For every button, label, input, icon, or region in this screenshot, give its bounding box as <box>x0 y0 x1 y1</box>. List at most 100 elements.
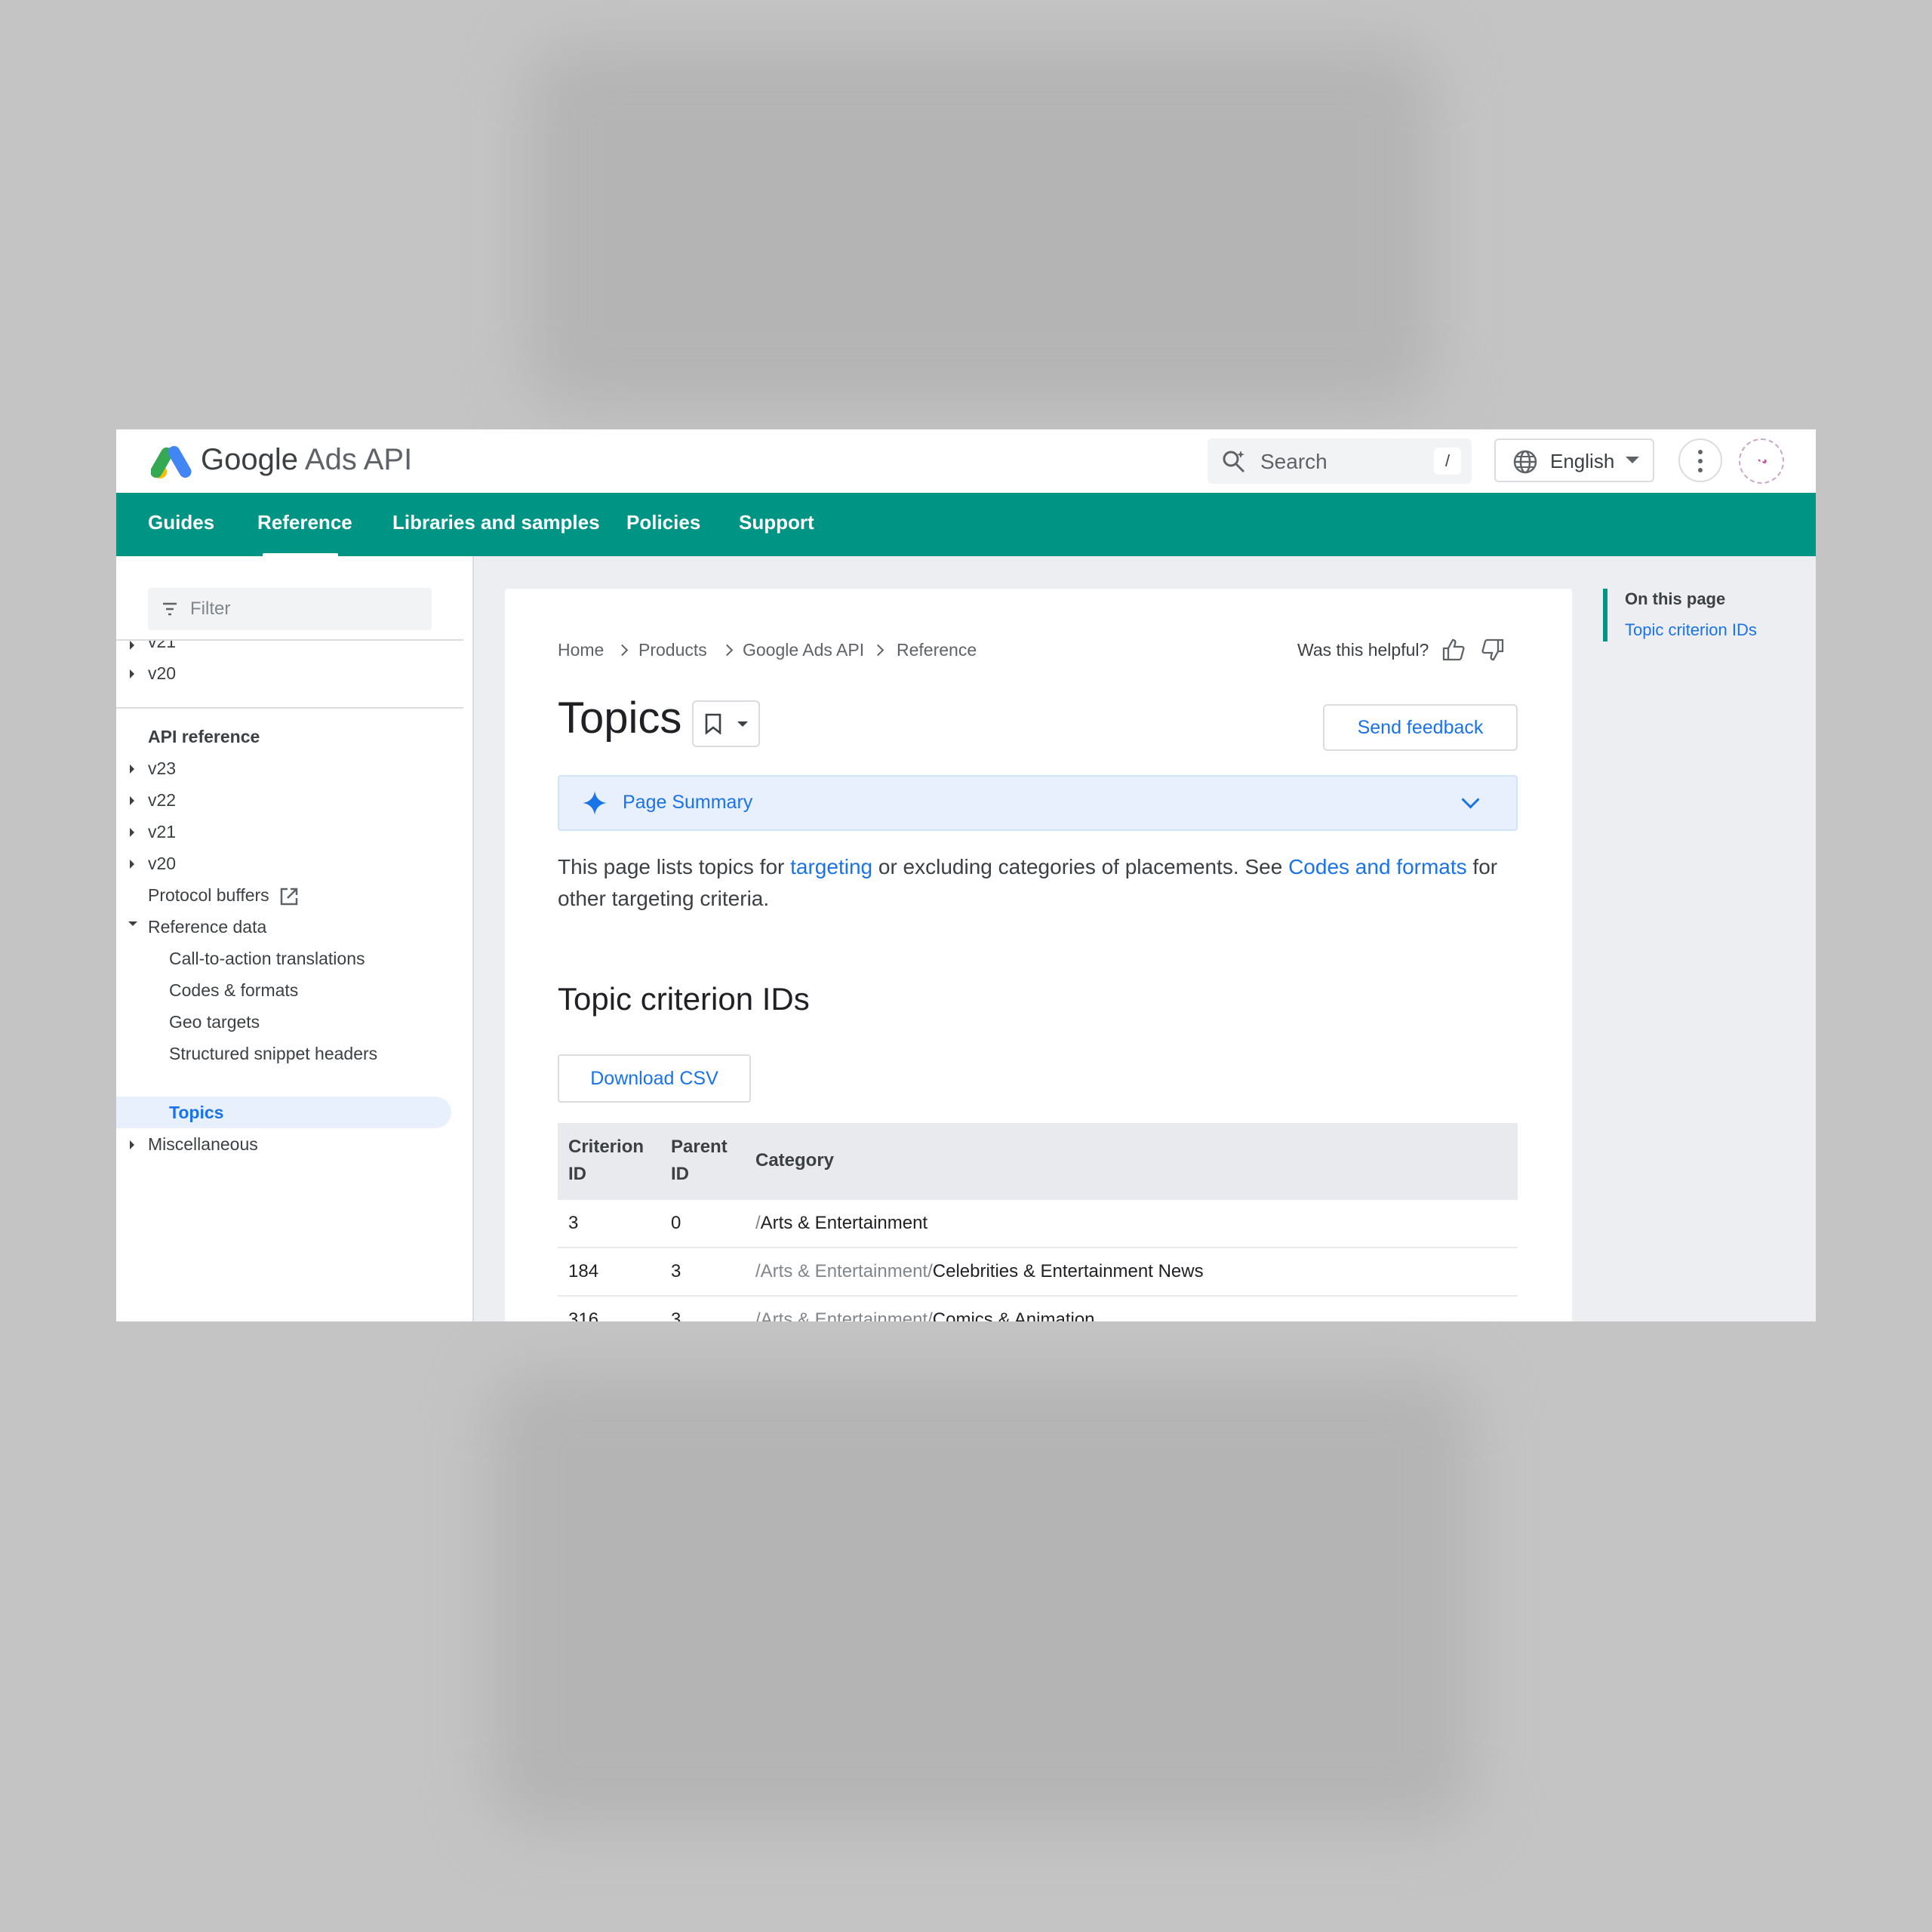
sidebar-item-reference-data[interactable]: Reference data <box>148 917 266 937</box>
sidebar-active-highlight <box>116 1097 451 1128</box>
chevron-right-icon <box>872 644 884 657</box>
brand-product: Ads API <box>304 443 413 476</box>
language-selector[interactable]: English <box>1494 438 1654 482</box>
expand-icon[interactable] <box>130 860 134 869</box>
column-header-parent-id[interactable]: Parent ID <box>660 1123 745 1199</box>
thumbs-down-icon[interactable] <box>1480 637 1506 663</box>
sidebar-item-miscellaneous[interactable]: Miscellaneous <box>148 1134 258 1155</box>
category-name: Comics & Animation <box>932 1309 1095 1321</box>
sidebar-item-v23[interactable]: v23 <box>148 758 176 779</box>
expand-icon[interactable] <box>130 669 134 678</box>
column-header-category[interactable]: Category <box>745 1123 1518 1199</box>
table-row: 3 0 /Arts & Entertainment <box>558 1198 1518 1247</box>
search-icon <box>1223 451 1245 473</box>
breadcrumb-products[interactable]: Products <box>638 640 707 660</box>
tab-guides[interactable]: Guides <box>148 511 214 534</box>
category-prefix: / <box>755 1213 761 1233</box>
more-dot-icon <box>1698 450 1703 454</box>
browser-window: Google Ads API Search / English ◔◕ Guide… <box>116 429 1816 1321</box>
left-sidebar: Filter v21 v20 API reference v23 v22 v21… <box>116 556 474 1321</box>
page-title: Topics <box>558 694 682 743</box>
cell-parent-id: 0 <box>660 1198 745 1247</box>
category-name: Celebrities & Entertainment News <box>932 1261 1204 1281</box>
intro-paragraph: This page lists topics for targeting or … <box>558 851 1531 915</box>
sidebar-item-v22[interactable]: v22 <box>148 790 176 811</box>
table-row: 316 3 /Arts & Entertainment/Comics & Ani… <box>558 1295 1518 1321</box>
page-summary-expander[interactable]: Page Summary <box>558 775 1518 831</box>
filter-icon <box>163 602 177 616</box>
chevron-down-icon <box>737 721 748 727</box>
sidebar-item-v20[interactable]: v20 <box>148 854 176 874</box>
thumbs-up-icon[interactable] <box>1441 637 1466 663</box>
sidebar-item-v20-top[interactable]: v20 <box>148 663 176 684</box>
expand-icon[interactable] <box>130 828 134 837</box>
sidebar-divider <box>116 707 463 709</box>
sidebar-item-topics[interactable]: Topics <box>169 1103 223 1123</box>
targeting-link[interactable]: targeting <box>790 855 872 878</box>
toc-heading: On this page <box>1625 589 1726 608</box>
sidebar-item-structured-snippet-headers[interactable]: Structured snippet headers <box>169 1044 377 1064</box>
more-dot-icon <box>1698 459 1703 463</box>
chevron-right-icon <box>616 644 629 657</box>
category-prefix: /Arts & Entertainment/ <box>755 1309 933 1321</box>
bookmark-icon <box>705 713 721 735</box>
table-header-row: Criterion ID Parent ID Category <box>558 1123 1518 1199</box>
codes-and-formats-link[interactable]: Codes and formats <box>1288 855 1467 878</box>
category-prefix: /Arts & Entertainment/ <box>755 1261 933 1281</box>
background-blur <box>491 1374 1472 1826</box>
tab-libraries-and-samples[interactable]: Libraries and samples <box>392 511 600 534</box>
column-header-criterion-id[interactable]: Criterion ID <box>558 1123 660 1199</box>
expand-icon[interactable] <box>130 764 134 774</box>
brand-title[interactable]: Google Ads API <box>201 443 412 477</box>
intro-text: This page lists topics for <box>558 855 791 878</box>
brand-google: Google <box>201 443 298 476</box>
main-content-card: Home Products Google Ads API Reference W… <box>505 589 1572 1321</box>
globe-icon <box>1513 450 1537 474</box>
tab-support[interactable]: Support <box>739 511 814 534</box>
cell-parent-id: 3 <box>660 1247 745 1296</box>
search-box[interactable]: Search / <box>1208 438 1472 484</box>
bookmark-button[interactable] <box>692 700 760 747</box>
sidebar-item-v21-top[interactable]: v21 <box>148 641 176 652</box>
chevron-down-icon <box>1626 457 1639 463</box>
sidebar-item-codes-formats[interactable]: Codes & formats <box>169 980 298 1001</box>
breadcrumb-reference[interactable]: Reference <box>897 640 977 660</box>
external-link-icon <box>280 888 298 906</box>
page-summary-label: Page Summary <box>623 792 753 813</box>
breadcrumb-home[interactable]: Home <box>558 640 604 660</box>
more-dot-icon <box>1698 468 1703 472</box>
sidebar-item-v21[interactable]: v21 <box>148 822 176 842</box>
collapse-icon[interactable] <box>128 921 137 926</box>
helpful-prompt: Was this helpful? <box>1297 640 1429 660</box>
more-options-button[interactable] <box>1678 438 1722 482</box>
sidebar-item-protocol-buffers[interactable]: Protocol buffers <box>148 885 269 906</box>
tab-policies[interactable]: Policies <box>626 511 700 534</box>
toc-link-topic-criterion-ids[interactable]: Topic criterion IDs <box>1625 620 1757 640</box>
expand-icon[interactable] <box>130 796 134 805</box>
sidebar-item-geo-targets[interactable]: Geo targets <box>169 1012 260 1032</box>
top-bar: Google Ads API Search / English ◔◕ <box>116 429 1816 493</box>
breadcrumb-google-ads-api[interactable]: Google Ads API <box>743 640 864 660</box>
cell-criterion-id: 316 <box>558 1295 660 1321</box>
category-name: Arts & Entertainment <box>760 1213 928 1233</box>
search-placeholder: Search <box>1260 450 1327 473</box>
expand-icon[interactable] <box>130 1140 134 1149</box>
filter-input[interactable]: Filter <box>148 588 432 630</box>
search-shortcut-key: / <box>1434 448 1461 475</box>
chevron-down-icon <box>1461 790 1480 809</box>
cell-parent-id: 3 <box>660 1295 745 1321</box>
send-feedback-button[interactable]: Send feedback <box>1323 704 1518 751</box>
expand-icon[interactable] <box>130 641 134 650</box>
background-blur <box>528 45 1434 408</box>
account-avatar[interactable]: ◔◕ <box>1739 438 1784 484</box>
topics-table: Criterion ID Parent ID Category 3 0 /Art… <box>558 1123 1518 1321</box>
sidebar-section-api-reference: API reference <box>148 727 260 746</box>
sparkle-icon <box>583 791 607 815</box>
tab-reference[interactable]: Reference <box>257 511 352 534</box>
language-label: English <box>1550 450 1615 472</box>
sidebar-item-call-to-action[interactable]: Call-to-action translations <box>169 949 365 969</box>
intro-text: or excluding categories of placements. S… <box>872 855 1289 878</box>
sidebar-divider <box>116 639 463 641</box>
section-heading: Topic criterion IDs <box>558 981 810 1017</box>
download-csv-button[interactable]: Download CSV <box>558 1054 751 1103</box>
